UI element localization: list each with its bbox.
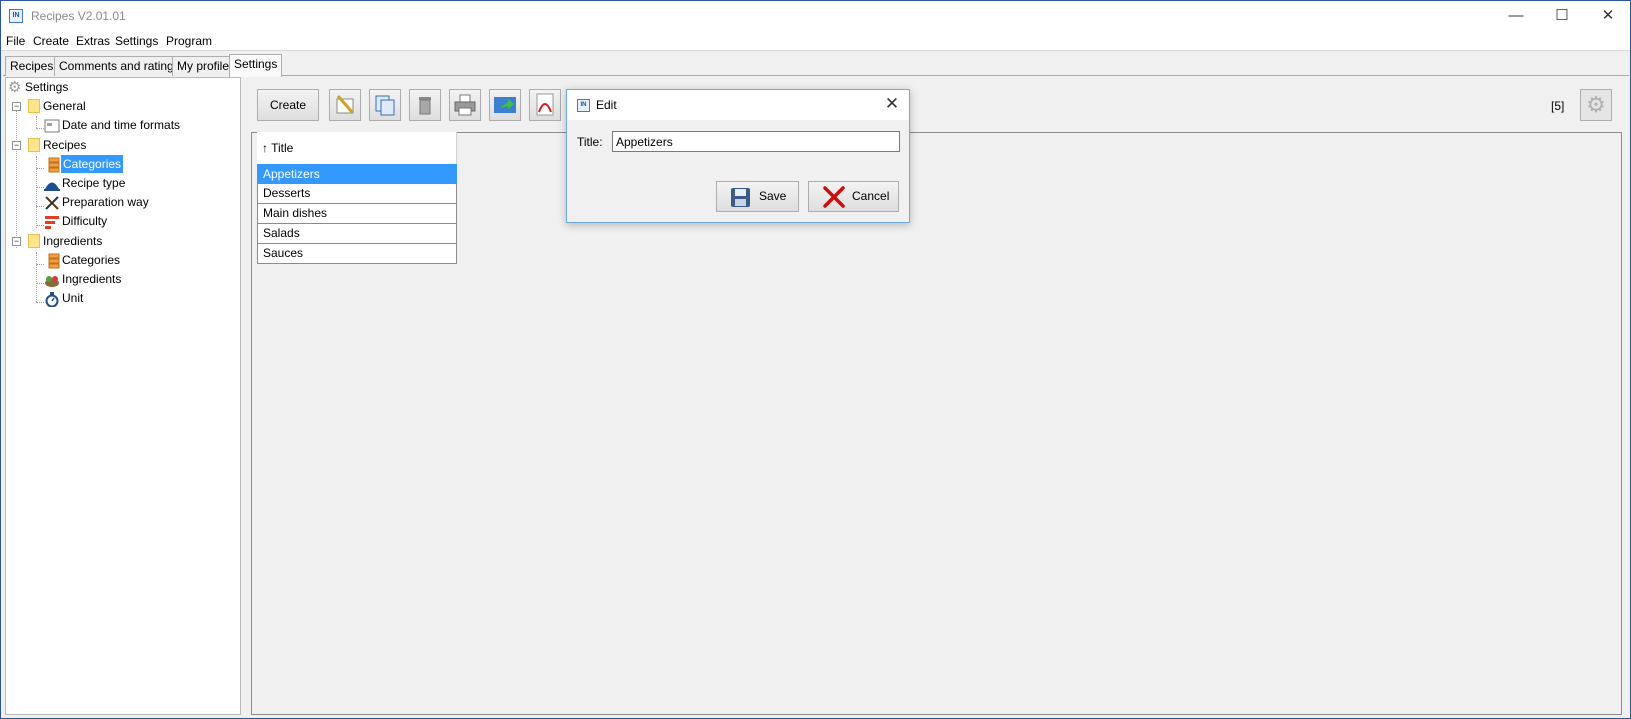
edit-dialog: IN Edit ✕ Title: Save Cancel xyxy=(566,89,910,223)
tab-bar: Recipes Comments and ratings My profile … xyxy=(3,54,1629,77)
calendar-icon xyxy=(44,119,60,133)
cancel-button[interactable]: Cancel xyxy=(808,181,899,212)
tree-line xyxy=(36,128,44,129)
save-label: Save xyxy=(759,189,787,203)
vegetables-icon xyxy=(45,276,59,287)
minimize-button[interactable]: — xyxy=(1493,1,1539,31)
tree-item-recipes[interactable]: Recipes xyxy=(43,136,86,154)
floppy-disk-icon xyxy=(731,188,750,207)
app-logo-icon: IN xyxy=(9,9,23,23)
pdf-icon xyxy=(536,93,554,116)
cancel-x-icon xyxy=(823,186,845,208)
record-count: [5] xyxy=(1551,99,1565,113)
tree-line xyxy=(36,206,44,207)
tree-line xyxy=(36,168,44,169)
tree-item-date-time-formats[interactable]: Date and time formats xyxy=(62,116,180,134)
tree-item-recipe-type[interactable]: Recipe type xyxy=(62,174,125,192)
tree-item-ingredient-list[interactable]: Ingredients xyxy=(62,270,121,288)
tree-item-general[interactable]: General xyxy=(43,97,86,115)
tree-line xyxy=(36,252,37,302)
dialog-title-bar: IN Edit ✕ xyxy=(567,90,909,120)
pdf-button[interactable] xyxy=(529,89,561,121)
app-logo-icon: IN xyxy=(577,99,590,112)
title-bar: IN Recipes V2.01.01 — ☐ ✕ xyxy=(1,1,1630,31)
cancel-label: Cancel xyxy=(852,189,890,203)
utensils-icon xyxy=(45,196,59,210)
menu-settings[interactable]: Settings xyxy=(115,34,158,48)
scale-icon xyxy=(45,292,59,307)
tree-item-ingredient-categories[interactable]: Categories xyxy=(62,251,120,269)
cloche-icon xyxy=(44,182,60,191)
tab-my-profile[interactable]: My profile xyxy=(172,56,235,76)
title-input[interactable] xyxy=(612,131,900,152)
tree-line xyxy=(36,264,44,265)
tab-comments-and-ratings[interactable]: Comments and ratings xyxy=(54,56,185,76)
close-window-button[interactable]: ✕ xyxy=(1585,1,1631,31)
menu-extras[interactable]: Extras xyxy=(76,34,110,48)
trash-icon xyxy=(419,97,431,115)
tree-line xyxy=(36,116,37,128)
title-label: Title: xyxy=(577,135,603,149)
table-row[interactable]: Desserts xyxy=(257,184,457,204)
table-row[interactable]: Sauces xyxy=(257,244,457,264)
export-icon xyxy=(494,97,516,113)
printer-icon xyxy=(454,94,476,116)
dialog-close-button[interactable]: ✕ xyxy=(881,93,903,115)
save-button[interactable]: Save xyxy=(716,181,799,212)
settings-tree: ⚙ Settings − General Date and time forma… xyxy=(5,77,241,715)
table-row[interactable]: Main dishes xyxy=(257,204,457,224)
categories-icon xyxy=(48,157,60,173)
tree-item-preparation-way[interactable]: Preparation way xyxy=(62,193,149,211)
table-row[interactable]: Salads xyxy=(257,224,457,244)
tree-line xyxy=(36,283,44,284)
gear-icon: ⚙ xyxy=(1586,92,1606,117)
menu-create[interactable]: Create xyxy=(33,34,69,48)
create-button[interactable]: Create xyxy=(257,89,319,121)
categories-icon xyxy=(48,253,60,269)
window-title: Recipes V2.01.01 xyxy=(31,9,126,23)
folder-icon xyxy=(28,234,40,248)
tree-item-unit[interactable]: Unit xyxy=(62,289,83,307)
export-button[interactable] xyxy=(489,89,521,121)
difficulty-icon xyxy=(45,216,59,229)
tree-line xyxy=(36,302,44,303)
tree-item-categories[interactable]: Categories xyxy=(61,155,124,173)
tree-line xyxy=(36,187,44,188)
print-button[interactable] xyxy=(449,89,481,121)
tree-item-difficulty[interactable]: Difficulty xyxy=(62,212,107,230)
tab-recipes[interactable]: Recipes xyxy=(5,56,59,76)
tab-settings[interactable]: Settings xyxy=(229,54,283,77)
tree-line xyxy=(36,225,44,226)
pencil-icon xyxy=(336,95,354,114)
tree-item-ingredients[interactable]: Ingredients xyxy=(43,232,102,250)
menu-program[interactable]: Program xyxy=(166,34,212,48)
app-window: IN Recipes V2.01.01 — ☐ ✕ File Create Ex… xyxy=(0,0,1631,719)
tree-item-settings[interactable]: Settings xyxy=(25,78,68,96)
categories-table: ↑ Title Appetizers Desserts Main dishes … xyxy=(257,132,457,264)
gear-icon: ⚙ xyxy=(8,79,22,96)
tree-line xyxy=(36,156,37,228)
edit-button[interactable] xyxy=(329,89,361,121)
settings-gear-button[interactable]: ⚙ xyxy=(1580,89,1612,121)
delete-button[interactable] xyxy=(409,89,441,121)
collapse-icon[interactable]: − xyxy=(12,102,21,111)
menu-bar: File Create Extras Settings Program xyxy=(1,31,1630,51)
copy-icon xyxy=(375,95,395,116)
collapse-icon[interactable]: − xyxy=(12,237,21,246)
column-header-title[interactable]: ↑ Title xyxy=(257,132,457,164)
folder-icon xyxy=(28,99,40,113)
folder-icon xyxy=(28,138,40,152)
collapse-icon[interactable]: − xyxy=(12,141,21,150)
tree-line xyxy=(16,104,17,248)
maximize-button[interactable]: ☐ xyxy=(1539,1,1585,31)
menu-file[interactable]: File xyxy=(6,34,25,48)
copy-button[interactable] xyxy=(369,89,401,121)
dialog-title: Edit xyxy=(596,98,617,112)
table-row[interactable]: Appetizers xyxy=(257,164,457,184)
